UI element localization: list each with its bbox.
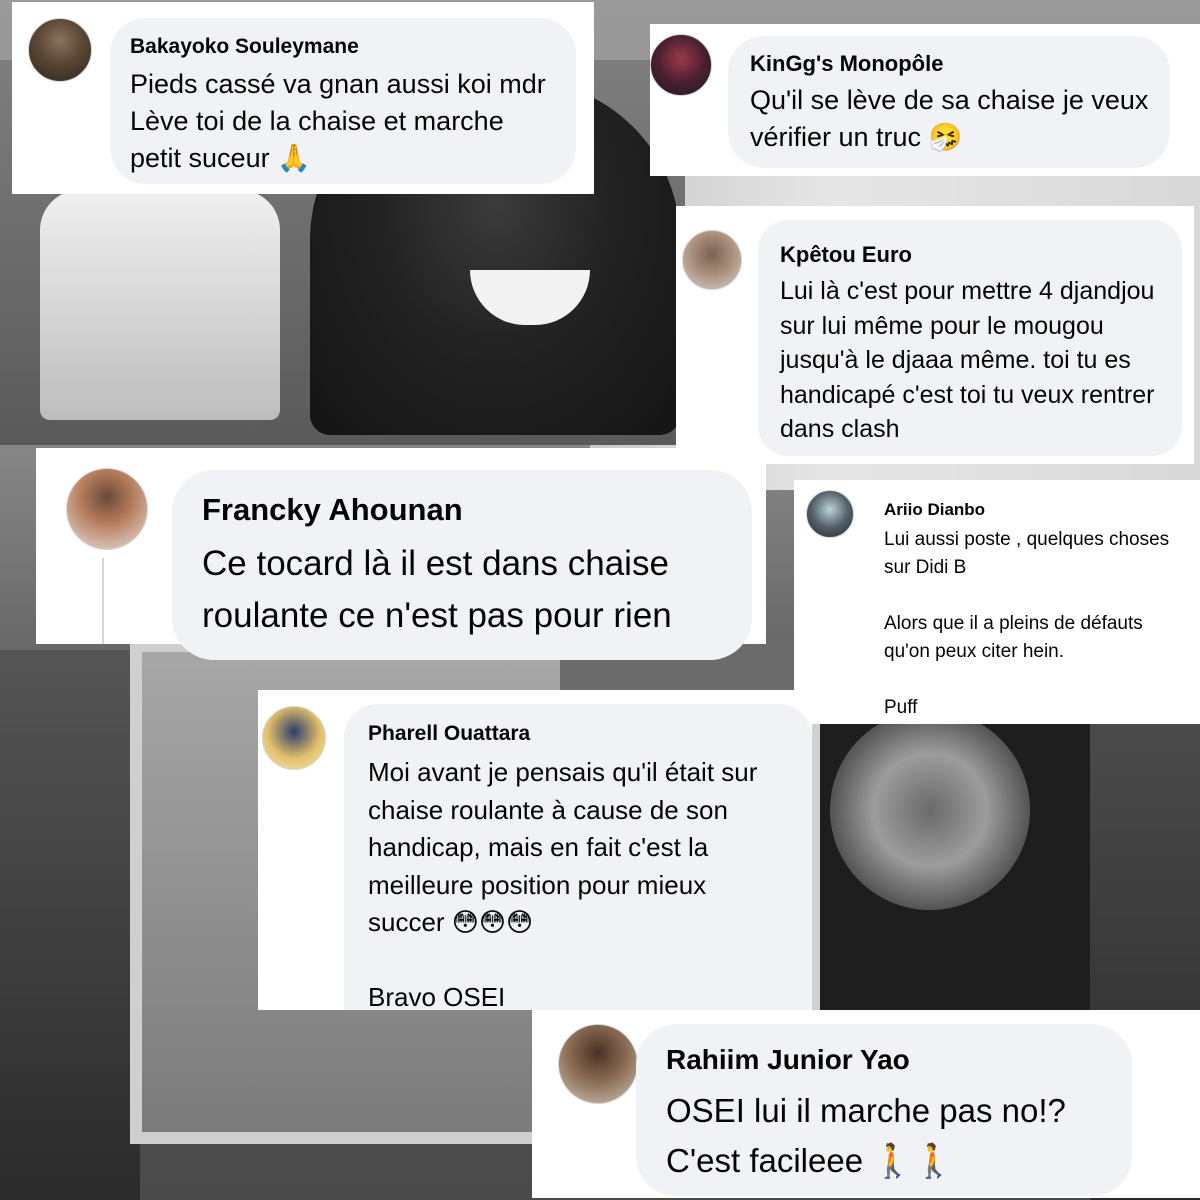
comment-text: Lui là c'est pour mettre 4 djandjou sur …: [780, 277, 1155, 443]
comment-text: Pieds cassé va gnan aussi koi mdr Lève t…: [130, 69, 546, 173]
comment-text: Ce tocard là il est dans chaise roulante…: [202, 544, 672, 635]
comment-card: Bakayoko Souleymane Pieds cassé va gnan …: [12, 2, 594, 194]
comment-card: Kpêtou Euro Lui là c'est pour mettre 4 d…: [676, 206, 1194, 464]
comment-author[interactable]: Bakayoko Souleymane: [130, 35, 359, 59]
reply-thread-line: [102, 558, 104, 644]
comment-author[interactable]: Francky Ahounan: [202, 492, 463, 528]
comment-card: Pharell Ouattara Moi avant je pensais qu…: [258, 690, 812, 1012]
comment-bubble: KinGg's Monopôle Qu'il se lève de sa cha…: [728, 36, 1170, 168]
comment-text: Qu'il se lève de sa chaise je veux vérif…: [750, 85, 1149, 152]
user-avatar-icon[interactable]: [806, 490, 854, 538]
comment-card: Ariio Dianbo Lui aussi poste , quelques …: [794, 480, 1200, 724]
background-record-disc: [830, 710, 1030, 910]
user-avatar-icon[interactable]: [682, 230, 742, 290]
comment-author[interactable]: Pharell Ouattara: [368, 722, 530, 746]
comment-author[interactable]: Ariio Dianbo: [884, 500, 985, 520]
comment-bubble: Rahiim Junior Yao OSEI lui il marche pas…: [636, 1024, 1132, 1196]
comment-bubble: Pharell Ouattara Moi avant je pensais qu…: [344, 704, 812, 1012]
comment-card: KinGg's Monopôle Qu'il se lève de sa cha…: [650, 24, 1200, 176]
comment-bubble: Bakayoko Souleymane Pieds cassé va gnan …: [110, 18, 576, 184]
comment-text: Lui aussi poste , quelques choses sur Di…: [884, 529, 1170, 718]
user-avatar-icon[interactable]: [558, 1024, 638, 1104]
user-avatar-icon[interactable]: [650, 34, 712, 96]
comment-author[interactable]: KinGg's Monopôle: [750, 51, 943, 77]
user-avatar-icon[interactable]: [28, 18, 92, 82]
background-wheelchair-control: [0, 650, 140, 1200]
background-wheelchair: [40, 190, 280, 420]
comment-card: Francky Ahounan Ce tocard là il est dans…: [36, 448, 766, 660]
comment-author[interactable]: Kpêtou Euro: [780, 242, 912, 268]
user-avatar-icon[interactable]: [66, 468, 148, 550]
comment-text: Moi avant je pensais qu'il était sur cha…: [368, 757, 758, 1012]
comment-bubble: Francky Ahounan Ce tocard là il est dans…: [172, 470, 752, 660]
comment-bubble: Ariio Dianbo Lui aussi poste , quelques …: [866, 484, 1200, 724]
comment-bubble: Kpêtou Euro Lui là c'est pour mettre 4 d…: [758, 220, 1182, 456]
comment-text: OSEI lui il marche pas no!? C'est facile…: [666, 1092, 1066, 1179]
comment-author[interactable]: Rahiim Junior Yao: [666, 1044, 910, 1076]
user-avatar-icon[interactable]: [262, 706, 326, 770]
comment-card: Rahiim Junior Yao OSEI lui il marche pas…: [532, 1010, 1200, 1198]
